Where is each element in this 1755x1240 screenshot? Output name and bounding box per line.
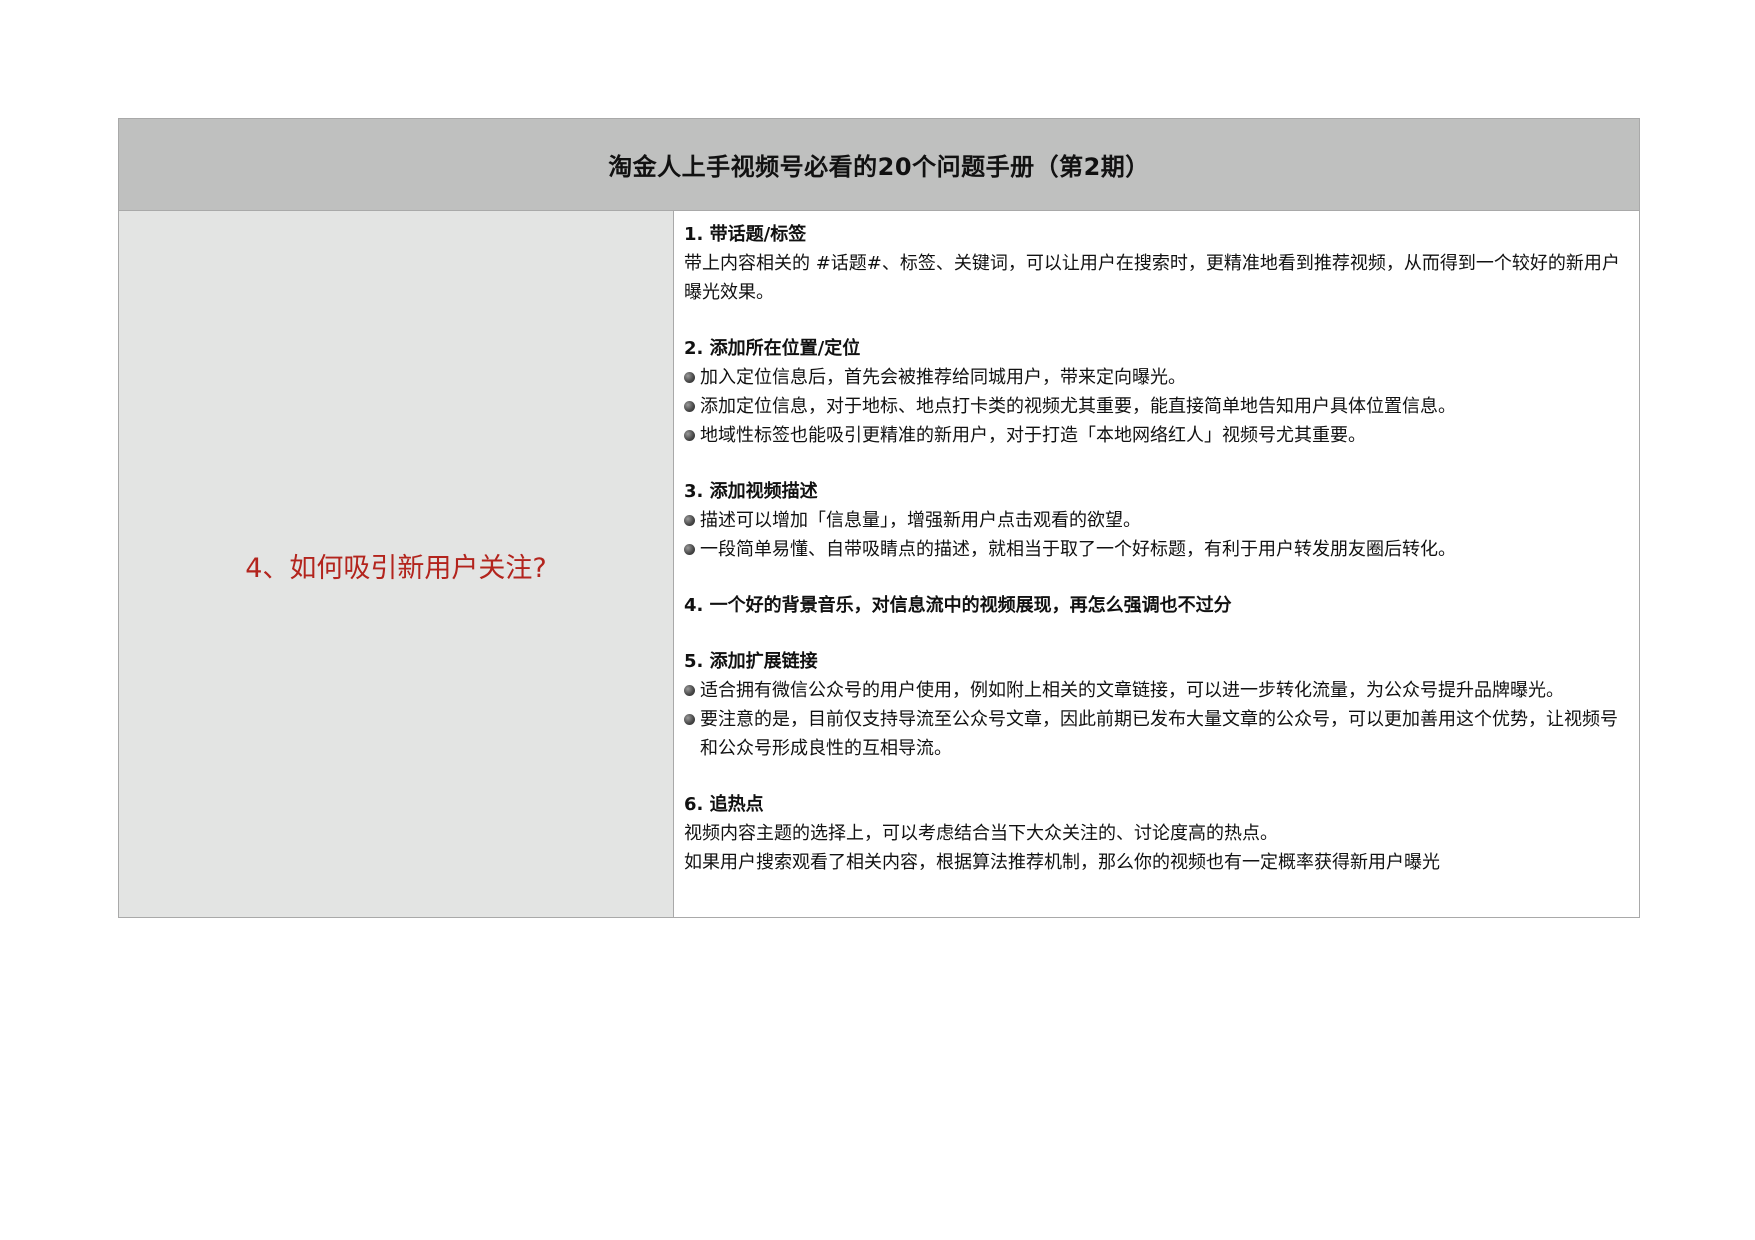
- section-title: 6. 追热点: [684, 794, 764, 815]
- bullet-text: 适合拥有微信公众号的用户使用，例如附上相关的文章链接，可以进一步转化流量，为公众…: [700, 680, 1564, 701]
- bullet-icon: [684, 363, 700, 392]
- table-row: 4、如何吸引新用户关注? 1. 带话题/标签带上内容相关的 #话题#、标签、关键…: [119, 211, 1639, 917]
- bullet-text: 描述可以增加「信息量」，增强新用户点击观看的欲望。: [700, 510, 1141, 531]
- bullet-item: 添加定位信息，对于地标、地点打卡类的视频尤其重要，能直接简单地告知用户具体位置信…: [684, 392, 1631, 421]
- table-header: 淘金人上手视频号必看的20个问题手册（第2期）: [119, 119, 1639, 211]
- handbook-table: 淘金人上手视频号必看的20个问题手册（第2期） 4、如何吸引新用户关注? 1. …: [118, 118, 1640, 918]
- section-title: 4. 一个好的背景音乐，对信息流中的视频展现，再怎么强调也不过分: [684, 595, 1232, 616]
- bullet-dot-icon: [684, 714, 695, 725]
- bullet-icon: [684, 676, 700, 705]
- question-title: 4、如何吸引新用户关注?: [245, 552, 547, 584]
- answer-section: 1. 带话题/标签带上内容相关的 #话题#、标签、关键词，可以让用户在搜索时，更…: [684, 220, 1631, 307]
- bullet-dot-icon: [684, 401, 695, 412]
- answer-section: 4. 一个好的背景音乐，对信息流中的视频展现，再怎么强调也不过分: [684, 591, 1631, 620]
- answer-section: 6. 追热点视频内容主题的选择上，可以考虑结合当下大众关注的、讨论度高的热点。如…: [684, 790, 1631, 877]
- bullet-dot-icon: [684, 372, 695, 383]
- section-paragraph: 视频内容主题的选择上，可以考虑结合当下大众关注的、讨论度高的热点。: [684, 823, 1278, 844]
- section-paragraph: 带上内容相关的 #话题#、标签、关键词，可以让用户在搜索时，更精准地看到推荐视频…: [684, 253, 1620, 303]
- question-cell: 4、如何吸引新用户关注?: [119, 211, 674, 917]
- answer-cell: 1. 带话题/标签带上内容相关的 #话题#、标签、关键词，可以让用户在搜索时，更…: [674, 211, 1639, 917]
- bullet-icon: [684, 535, 700, 564]
- bullet-text: 地域性标签也能吸引更精准的新用户，对于打造「本地网络红人」视频号尤其重要。: [700, 425, 1366, 446]
- bullet-text: 加入定位信息后，首先会被推荐给同城用户，带来定向曝光。: [700, 367, 1186, 388]
- bullet-item: 加入定位信息后，首先会被推荐给同城用户，带来定向曝光。: [684, 363, 1631, 392]
- section-title: 5. 添加扩展链接: [684, 651, 818, 672]
- bullet-item: 地域性标签也能吸引更精准的新用户，对于打造「本地网络红人」视频号尤其重要。: [684, 421, 1631, 450]
- bullet-text: 要注意的是，目前仅支持导流至公众号文章，因此前期已发布大量文章的公众号，可以更加…: [700, 709, 1618, 759]
- section-title: 1. 带话题/标签: [684, 224, 807, 245]
- bullet-item: 描述可以增加「信息量」，增强新用户点击观看的欲望。: [684, 506, 1631, 535]
- bullet-item: 一段简单易懂、自带吸睛点的描述，就相当于取了一个好标题，有利于用户转发朋友圈后转…: [684, 535, 1631, 564]
- page-title: 淘金人上手视频号必看的20个问题手册（第2期）: [608, 153, 1150, 181]
- bullet-dot-icon: [684, 544, 695, 555]
- answer-section: 5. 添加扩展链接适合拥有微信公众号的用户使用，例如附上相关的文章链接，可以进一…: [684, 647, 1631, 763]
- answer-section: 2. 添加所在位置/定位加入定位信息后，首先会被推荐给同城用户，带来定向曝光。添…: [684, 334, 1631, 450]
- bullet-dot-icon: [684, 430, 695, 441]
- section-title: 2. 添加所在位置/定位: [684, 338, 861, 359]
- bullet-item: 要注意的是，目前仅支持导流至公众号文章，因此前期已发布大量文章的公众号，可以更加…: [684, 705, 1631, 763]
- bullet-icon: [684, 506, 700, 535]
- bullet-dot-icon: [684, 515, 695, 526]
- answer-section: 3. 添加视频描述描述可以增加「信息量」，增强新用户点击观看的欲望。一段简单易懂…: [684, 477, 1631, 564]
- bullet-icon: [684, 392, 700, 421]
- bullet-dot-icon: [684, 685, 695, 696]
- bullet-icon: [684, 705, 700, 763]
- bullet-text: 添加定位信息，对于地标、地点打卡类的视频尤其重要，能直接简单地告知用户具体位置信…: [700, 396, 1456, 417]
- section-title: 3. 添加视频描述: [684, 481, 818, 502]
- bullet-text: 一段简单易懂、自带吸睛点的描述，就相当于取了一个好标题，有利于用户转发朋友圈后转…: [700, 539, 1456, 560]
- bullet-icon: [684, 421, 700, 450]
- bullet-item: 适合拥有微信公众号的用户使用，例如附上相关的文章链接，可以进一步转化流量，为公众…: [684, 676, 1631, 705]
- section-paragraph: 如果用户搜索观看了相关内容，根据算法推荐机制，那么你的视频也有一定概率获得新用户…: [684, 852, 1440, 873]
